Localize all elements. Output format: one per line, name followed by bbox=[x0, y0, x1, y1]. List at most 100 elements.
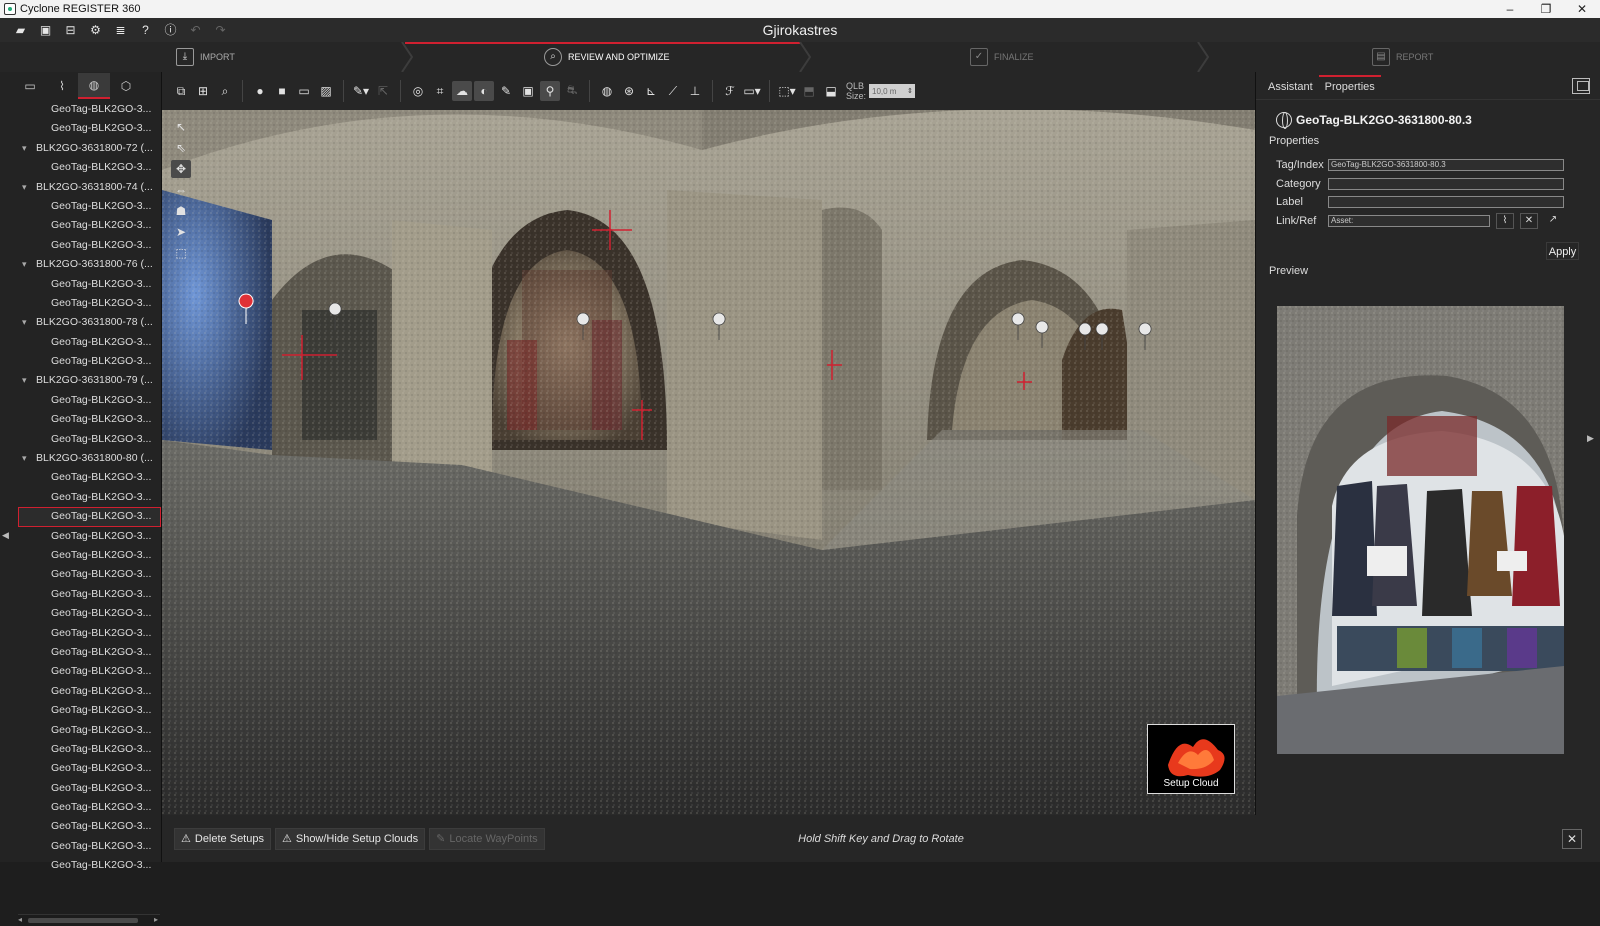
tree-geotag-item[interactable]: GeoTag-BLK2GO-3... bbox=[18, 662, 161, 681]
tree-geotag-item[interactable]: GeoTag-BLK2GO-3... bbox=[18, 294, 161, 313]
attach-paperclip-icon[interactable]: ⌇ bbox=[1496, 213, 1514, 229]
geotag-pin-icon[interactable]: ⚲ bbox=[540, 81, 560, 101]
select-clouds-icon[interactable]: ⧉ bbox=[171, 81, 191, 101]
pointer-icon[interactable]: ↖ bbox=[171, 118, 191, 136]
box-view-icon[interactable]: ⬚ bbox=[171, 244, 191, 262]
tree-horizontal-scrollbar[interactable]: ◂ ▸ bbox=[18, 914, 160, 926]
tree-geotag-item[interactable]: GeoTag-BLK2GO-3... bbox=[18, 585, 161, 604]
tree-geotag-item[interactable]: GeoTag-BLK2GO-3... bbox=[18, 391, 161, 410]
tree-setup-node[interactable]: BLK2GO-3631800-72 (... bbox=[18, 139, 161, 159]
redo-icon[interactable]: ↷ bbox=[214, 23, 227, 37]
tree-setup-node[interactable]: BLK2GO-3631800-74 (... bbox=[18, 178, 161, 198]
tree-geotag-item[interactable]: GeoTag-BLK2GO-3... bbox=[18, 468, 161, 487]
cube-view-icon[interactable]: ⬚▾ bbox=[777, 81, 797, 101]
tree-geotag-item[interactable]: GeoTag-BLK2GO-3... bbox=[18, 701, 161, 720]
layers-icon[interactable]: ⊞ bbox=[193, 81, 213, 101]
link-ref-field[interactable]: Asset: bbox=[1328, 215, 1490, 227]
camera-icon[interactable]: ▣ bbox=[518, 81, 538, 101]
tag-index-field[interactable]: GeoTag-BLK2GO-3631800-80.3 bbox=[1328, 159, 1564, 171]
setup-cloud-thumbnail[interactable]: Setup Cloud bbox=[1147, 724, 1235, 794]
tree-geotag-item[interactable]: GeoTag-BLK2GO-3... bbox=[18, 410, 161, 429]
tree-geotag-item[interactable]: GeoTag-BLK2GO-3... bbox=[18, 798, 161, 817]
globe-tool-icon[interactable]: ◍ bbox=[597, 81, 617, 101]
tree-geotag-item[interactable]: GeoTag-BLK2GO-3... bbox=[18, 119, 161, 138]
import-icon[interactable]: ⊟ bbox=[64, 23, 77, 37]
close-window-button[interactable]: ✕ bbox=[1564, 0, 1600, 18]
step-finalize[interactable]: ✓ FINALIZE bbox=[970, 42, 1034, 72]
scroll-left-icon[interactable]: ◂ bbox=[18, 915, 22, 924]
display-dropdown-icon[interactable]: ▭▾ bbox=[742, 81, 762, 101]
step-import[interactable]: ⤓ IMPORT bbox=[176, 42, 235, 72]
tree-geotag-item[interactable]: GeoTag-BLK2GO-3... bbox=[18, 275, 161, 294]
collapse-left-icon[interactable]: ◀ bbox=[2, 530, 9, 541]
fit-width-icon[interactable]: ⇔ bbox=[171, 181, 191, 199]
level-icon[interactable]: ⊥ bbox=[685, 81, 705, 101]
step-review-optimize[interactable]: ⌕ REVIEW AND OPTIMIZE bbox=[544, 42, 670, 72]
maximize-button[interactable]: ❐ bbox=[1528, 0, 1564, 18]
tree-setup-node[interactable]: BLK2GO-3631800-76 (... bbox=[18, 255, 161, 275]
ruler-dropdown-icon[interactable]: ✎▾ bbox=[351, 81, 371, 101]
fly-icon[interactable]: ➤ bbox=[171, 223, 191, 241]
target-icon[interactable]: ◎ bbox=[408, 81, 428, 101]
maximize-panel-icon[interactable] bbox=[1572, 78, 1590, 94]
tree-setup-node[interactable]: BLK2GO-3631800-78 (... bbox=[18, 313, 161, 333]
undo-icon[interactable]: ↶ bbox=[189, 23, 202, 37]
apply-button[interactable]: Apply bbox=[1546, 242, 1579, 260]
qlb-size-input[interactable]: 10,0 m ⇕ bbox=[869, 84, 916, 98]
tree-geotag-item[interactable]: GeoTag-BLK2GO-3... bbox=[18, 100, 161, 119]
qlb-cube-icon[interactable]: ⬓ bbox=[821, 81, 841, 101]
tree-geotag-item[interactable]: GeoTag-BLK2GO-3... bbox=[18, 216, 161, 235]
setups-tab[interactable]: ⬡ bbox=[110, 73, 142, 99]
tag-icon[interactable]: ⌗ bbox=[430, 81, 450, 101]
tab-properties[interactable]: Properties bbox=[1318, 75, 1381, 99]
open-folder-icon[interactable]: ▰ bbox=[14, 23, 27, 37]
bundle-tab[interactable]: ▭ bbox=[14, 73, 46, 99]
tree-geotag-item[interactable]: GeoTag-BLK2GO-3... bbox=[18, 488, 161, 507]
tree-geotag-item[interactable]: GeoTag-BLK2GO-3... bbox=[18, 236, 161, 255]
walk-person-icon[interactable]: ☗ bbox=[171, 202, 191, 220]
tab-assistant[interactable]: Assistant bbox=[1262, 81, 1319, 99]
database-icon[interactable]: ≣ bbox=[114, 23, 127, 37]
view-square-icon[interactable]: ■ bbox=[272, 81, 292, 101]
close-bottom-bar-button[interactable]: ✕ bbox=[1562, 828, 1582, 849]
scroll-right-icon[interactable]: ▸ bbox=[154, 915, 158, 924]
save-icon[interactable]: ▣ bbox=[39, 23, 52, 37]
tree-geotag-item[interactable]: GeoTag-BLK2GO-3... bbox=[18, 158, 161, 177]
tree-geotag-item[interactable]: GeoTag-BLK2GO-3... bbox=[18, 779, 161, 798]
annotation-icon[interactable]: ℱ bbox=[720, 81, 740, 101]
cloud-icon[interactable]: ☁ bbox=[452, 81, 472, 101]
route-icon[interactable]: ⛐ bbox=[562, 81, 582, 101]
collapse-right-icon[interactable]: ▶ bbox=[1587, 433, 1594, 444]
clear-link-icon[interactable]: ✕ bbox=[1520, 213, 1538, 229]
show-hide-setup-clouds-button[interactable]: ⚠ Show/Hide Setup Clouds bbox=[274, 827, 426, 850]
select-pointer-icon[interactable]: ⇖ bbox=[171, 139, 191, 157]
locate-waypoints-button[interactable]: ✎ Locate WayPoints bbox=[429, 827, 545, 850]
size-stepper-icon[interactable]: ⇕ bbox=[907, 87, 915, 95]
tree-geotag-item[interactable]: GeoTag-BLK2GO-3... bbox=[18, 352, 161, 371]
tree-geotag-item[interactable]: GeoTag-BLK2GO-3... bbox=[18, 721, 161, 740]
tree-geotag-item[interactable]: GeoTag-BLK2GO-3... bbox=[18, 817, 161, 836]
info-icon[interactable]: ⓘ bbox=[164, 23, 177, 37]
tree-geotag-item[interactable]: GeoTag-BLK2GO-3... bbox=[18, 643, 161, 662]
tree-geotag-item[interactable]: GeoTag-BLK2GO-3... bbox=[18, 740, 161, 759]
dimension-icon[interactable]: ⊾ bbox=[641, 81, 661, 101]
step-report[interactable]: ▤ REPORT bbox=[1372, 42, 1433, 72]
category-field[interactable] bbox=[1328, 178, 1564, 190]
view-split-icon[interactable]: ▭ bbox=[294, 81, 314, 101]
point-cloud-viewport[interactable] bbox=[162, 110, 1255, 815]
navigate-icon[interactable]: ✥ bbox=[171, 160, 191, 178]
tree-geotag-item[interactable]: GeoTag-BLK2GO-3... bbox=[18, 507, 161, 527]
tree-geotag-item[interactable]: GeoTag-BLK2GO-3... bbox=[18, 759, 161, 778]
tree-geotag-item[interactable]: GeoTag-BLK2GO-3... bbox=[18, 565, 161, 584]
globe-pin-icon[interactable]: ⊛ bbox=[619, 81, 639, 101]
tree-geotag-item[interactable]: GeoTag-BLK2GO-3... bbox=[18, 856, 161, 875]
measure-line-icon[interactable]: ⟋ bbox=[663, 81, 683, 101]
tree-geotag-item[interactable]: GeoTag-BLK2GO-3... bbox=[18, 527, 161, 546]
scrollbar-thumb[interactable] bbox=[28, 918, 138, 923]
help-icon[interactable]: ? bbox=[139, 23, 152, 37]
tree-setup-node[interactable]: BLK2GO-3631800-80 (... bbox=[18, 449, 161, 469]
tree-geotag-item[interactable]: GeoTag-BLK2GO-3... bbox=[18, 333, 161, 352]
tree-geotag-item[interactable]: GeoTag-BLK2GO-3... bbox=[18, 682, 161, 701]
tree-geotag-item[interactable]: GeoTag-BLK2GO-3... bbox=[18, 430, 161, 449]
transform-icon[interactable]: ⇱ bbox=[373, 81, 393, 101]
